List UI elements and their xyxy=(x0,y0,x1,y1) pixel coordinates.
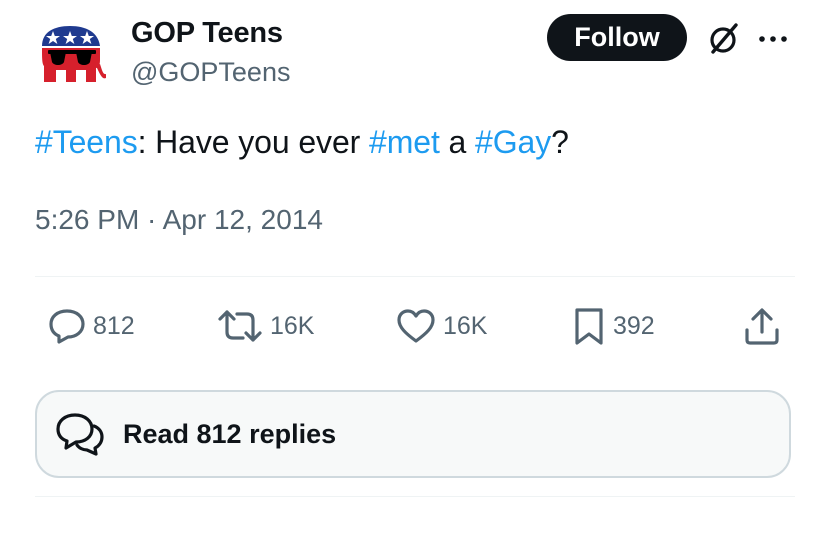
conversation-icon xyxy=(56,413,104,456)
hashtag-met[interactable]: #met xyxy=(369,124,440,160)
like-count: 16K xyxy=(443,311,488,340)
tweet-text-segment: : Have you ever xyxy=(137,124,369,160)
tweet-timestamp[interactable]: 5:26 PM · Apr 12, 2014 xyxy=(35,204,323,236)
display-name[interactable]: GOP Teens xyxy=(131,17,283,50)
heart-icon xyxy=(397,309,435,343)
reply-icon xyxy=(49,309,85,344)
repost-button[interactable]: 16K xyxy=(216,303,314,349)
bookmark-button[interactable]: 392 xyxy=(571,303,655,349)
read-replies-button[interactable]: Read 812 replies xyxy=(35,390,791,478)
tweet-text-segment: ? xyxy=(551,124,569,160)
gop-elephant-sunglasses-icon xyxy=(42,26,106,82)
like-button[interactable]: 16K xyxy=(395,303,487,349)
tweet-text-segment: a xyxy=(439,124,476,160)
reply-count: 812 xyxy=(93,311,135,340)
reply-button[interactable]: 812 xyxy=(47,303,135,349)
share-button[interactable] xyxy=(743,303,781,349)
more-icon[interactable] xyxy=(757,32,789,44)
read-replies-label: Read 812 replies xyxy=(123,418,337,449)
bookmark-count: 392 xyxy=(613,311,655,340)
repost-icon xyxy=(218,310,262,342)
divider xyxy=(35,276,795,277)
hashtag-gay[interactable]: #Gay xyxy=(475,124,551,160)
bookmark-icon xyxy=(575,308,603,345)
avatar[interactable] xyxy=(36,22,106,88)
user-handle[interactable]: @GOPTeens xyxy=(131,57,290,88)
divider xyxy=(35,496,795,497)
repost-count: 16K xyxy=(270,311,315,340)
hashtag-teens[interactable]: #Teens xyxy=(35,124,138,160)
follow-button[interactable]: Follow xyxy=(547,14,687,61)
tweet-text: #Teens: Have you ever #met a #Gay? xyxy=(35,124,569,161)
grok-icon[interactable] xyxy=(704,20,742,58)
share-icon xyxy=(745,308,779,345)
